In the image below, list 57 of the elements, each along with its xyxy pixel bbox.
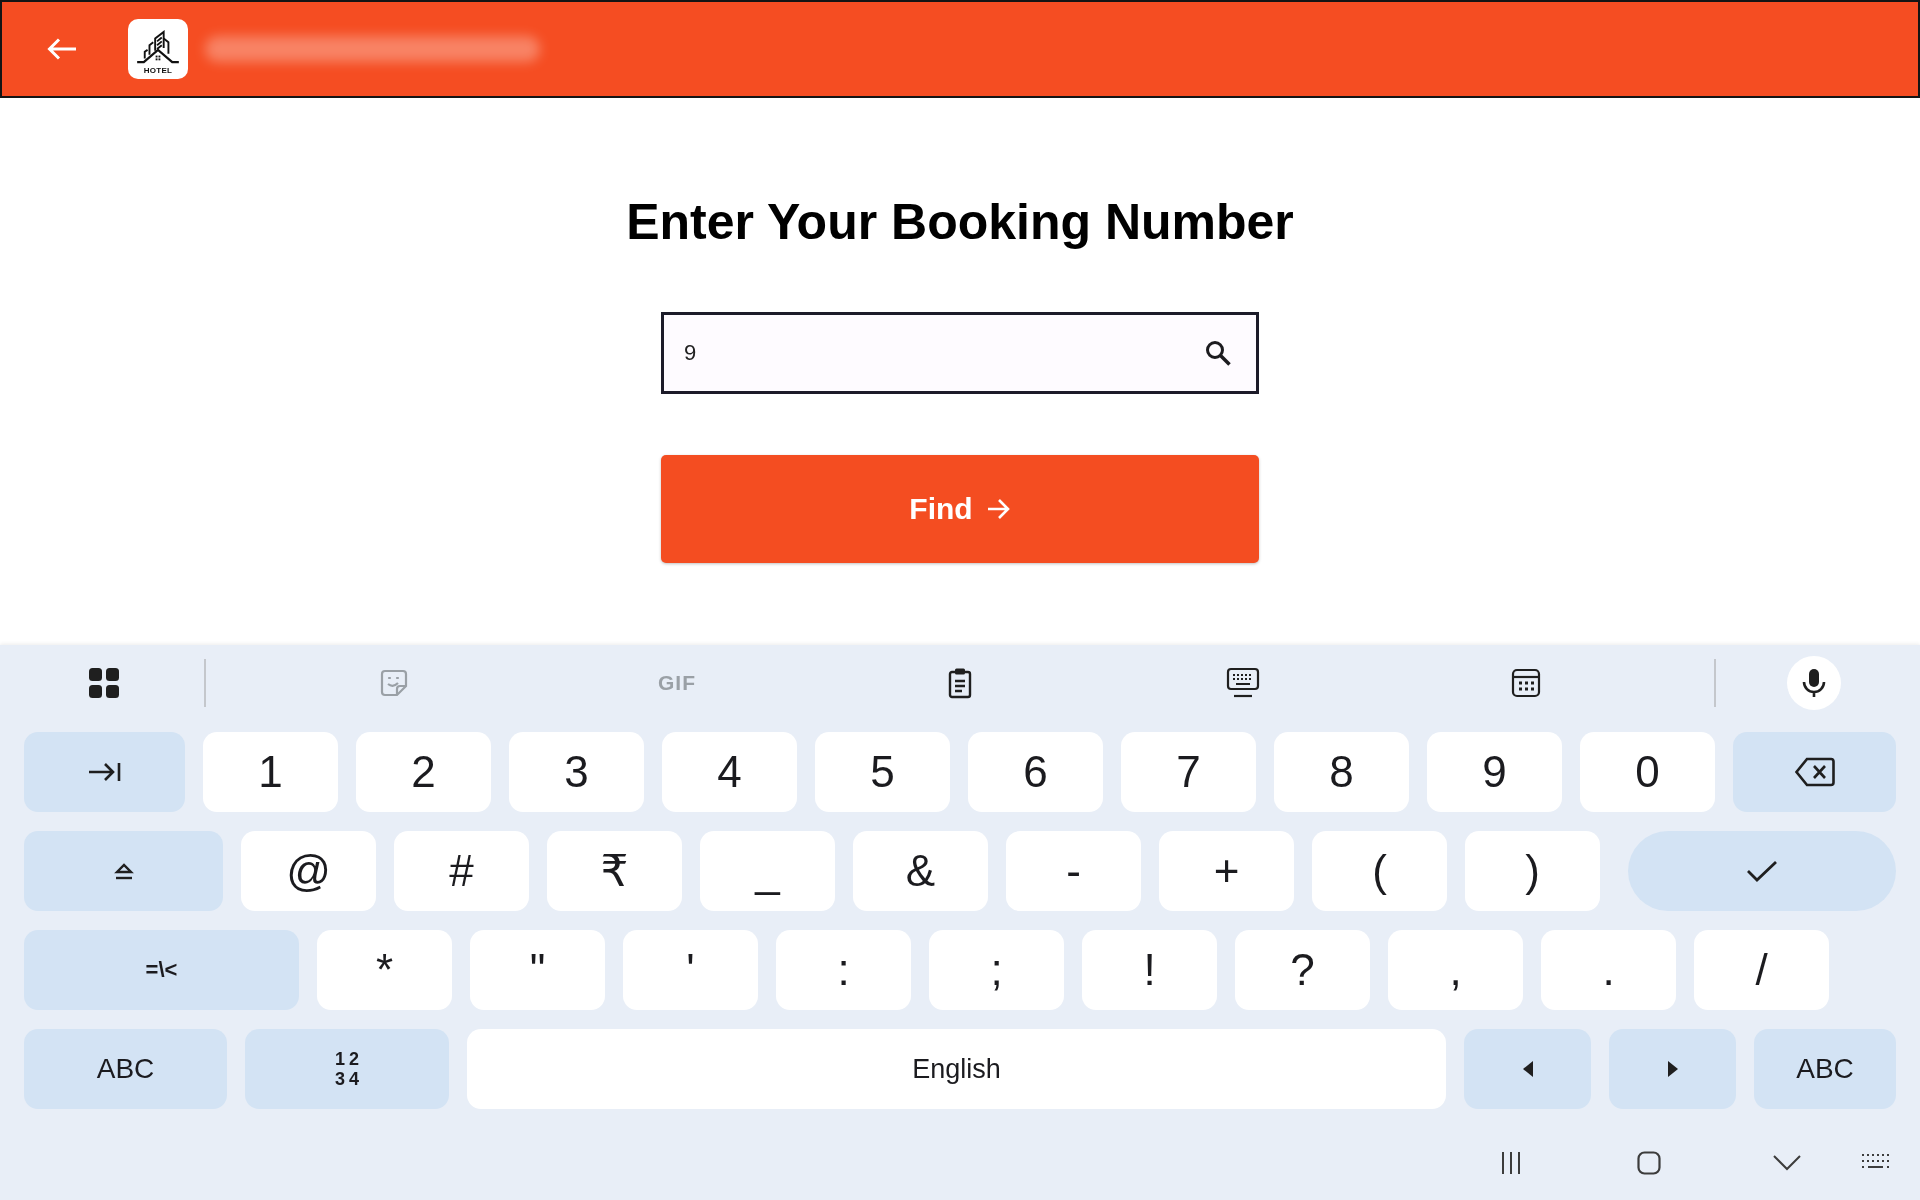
keyboard-key[interactable]: #	[394, 831, 529, 911]
keyboard-key[interactable]: )	[1465, 831, 1600, 911]
keyboard-key[interactable]: *	[317, 930, 452, 1010]
left-triangle-icon	[1522, 1061, 1533, 1077]
backspace-key[interactable]	[1733, 732, 1896, 812]
shift-icon	[113, 862, 134, 880]
keyboard-key[interactable]: (	[1312, 831, 1447, 911]
keyboard-key[interactable]: =\<	[24, 930, 299, 1010]
keyboard-key[interactable]: ;	[929, 930, 1064, 1010]
page-title: Enter Your Booking Number	[626, 193, 1294, 252]
arrow-right-icon	[986, 498, 1011, 520]
microphone-icon[interactable]	[1787, 656, 1841, 710]
logo-text: HOTEL	[143, 66, 173, 75]
keyboard-icon[interactable]	[1226, 667, 1260, 699]
space-key[interactable]: English	[467, 1029, 1446, 1109]
recent-apps-icon[interactable]	[1501, 1151, 1521, 1175]
keyboard-key[interactable]: ABC	[1754, 1029, 1896, 1109]
check-icon	[1746, 860, 1778, 882]
keyboard-key[interactable]: 2	[356, 732, 491, 812]
keyboard-key[interactable]: +	[1159, 831, 1294, 911]
keyboard-key[interactable]: 6	[968, 732, 1103, 812]
keyboard-key[interactable]: ABC	[24, 1029, 227, 1109]
keyboard-key[interactable]: ,	[1388, 930, 1523, 1010]
keyboard-key[interactable]: _	[700, 831, 835, 911]
home-icon[interactable]	[1637, 1151, 1661, 1175]
right-triangle-icon	[1667, 1061, 1678, 1077]
apps-grid-icon[interactable]	[89, 668, 119, 698]
keyboard-key[interactable]: 1	[203, 732, 338, 812]
numpad-icon[interactable]	[1511, 668, 1541, 698]
keyboard-key[interactable]: "	[470, 930, 605, 1010]
keyboard-key[interactable]: :	[776, 930, 911, 1010]
keyboard-key[interactable]: 3	[509, 732, 644, 812]
back-arrow-icon	[47, 37, 77, 61]
building-icon	[135, 30, 181, 66]
keyboard-key[interactable]: 5	[815, 732, 950, 812]
keyboard-key[interactable]: -	[1006, 831, 1141, 911]
keyboard-key[interactable]: /	[1694, 930, 1829, 1010]
keyboard-key[interactable]: ₹	[547, 831, 682, 911]
keyboard-key[interactable]: .	[1541, 930, 1676, 1010]
keyboard-key[interactable]: 12 34	[245, 1029, 449, 1109]
keyboard-key[interactable]: !	[1082, 930, 1217, 1010]
keyboard-key[interactable]: 7	[1121, 732, 1256, 812]
keyboard-key[interactable]: '	[623, 930, 758, 1010]
keyboard-key[interactable]: 8	[1274, 732, 1409, 812]
backspace-icon	[1794, 757, 1835, 787]
keyboard-key[interactable]: 4	[662, 732, 797, 812]
booking-number-field[interactable]: 9	[661, 312, 1259, 394]
keyboard-key[interactable]: 0	[1580, 732, 1715, 812]
keyboard-key[interactable]: ?	[1235, 930, 1370, 1010]
keyboard-key[interactable]: &	[853, 831, 988, 911]
find-button[interactable]: Find	[661, 455, 1259, 563]
clipboard-icon[interactable]	[946, 667, 974, 699]
keyboard-key[interactable]: 9	[1427, 732, 1562, 812]
keyboard-key[interactable]: @	[241, 831, 376, 911]
tab-arrow-icon	[87, 761, 122, 783]
search-icon[interactable]	[1205, 340, 1231, 366]
chevron-down-icon[interactable]	[1773, 1155, 1801, 1171]
